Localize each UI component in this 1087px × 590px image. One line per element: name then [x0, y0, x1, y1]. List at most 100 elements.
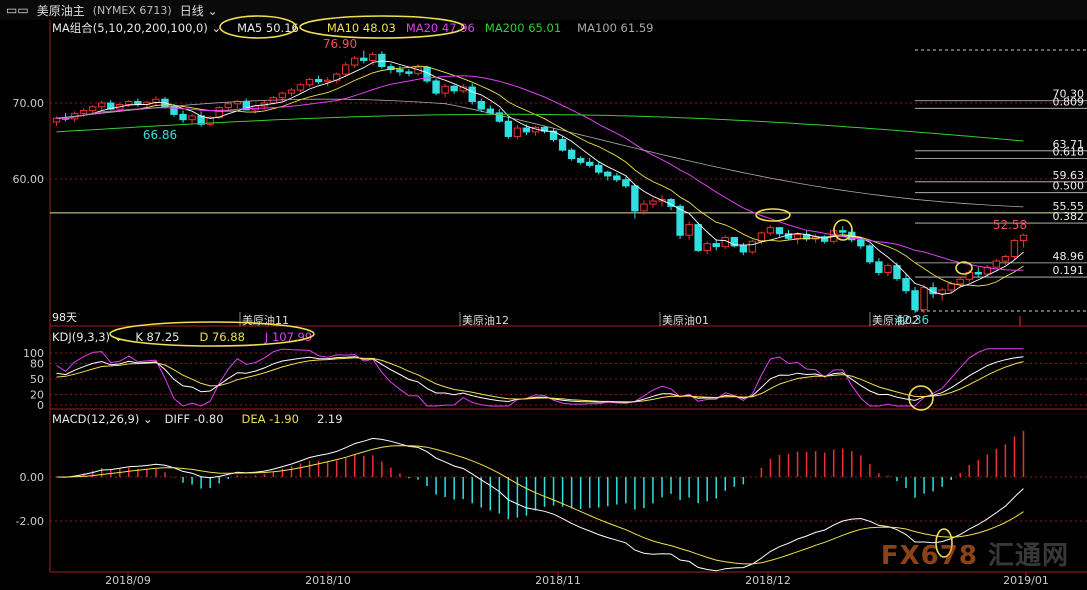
candle-body — [152, 98, 160, 103]
candle-body — [79, 110, 88, 115]
macd-dea-label: DEA -1.90 — [241, 412, 299, 426]
candle-body — [911, 290, 919, 311]
ma20-label: MA20 47.96 — [405, 21, 475, 35]
candle-body — [351, 57, 359, 66]
candle-body — [269, 97, 278, 104]
ma5-line — [56, 60, 1024, 295]
candle-body — [98, 102, 106, 108]
candle-body — [875, 261, 883, 273]
candle-body — [450, 85, 458, 92]
x-tick-label: 2019/01 — [1003, 574, 1049, 587]
candle-body — [206, 116, 214, 125]
candle-body — [332, 73, 341, 81]
candle-body — [667, 199, 675, 207]
macd-value-label: 2.19 — [316, 412, 343, 426]
fib-label: 0.500 — [1053, 180, 1085, 193]
macd-dropdown[interactable]: MACD(12,26,9) ⌄ — [52, 412, 153, 426]
macd-legend: MACD(12,26,9) ⌄ DIFF -0.80 DEA -1.90 2.1… — [52, 412, 343, 426]
candle-body — [640, 203, 648, 212]
candle-body — [305, 78, 314, 86]
candle-body — [766, 227, 775, 234]
candle-body — [549, 130, 558, 140]
candle-body — [793, 233, 802, 239]
candle-body — [360, 57, 368, 61]
ma5-label: MA5 50.16 — [237, 21, 299, 35]
price-tick-label: 70.00 — [13, 97, 45, 110]
fib-label: 70.30 — [1053, 88, 1085, 101]
kdj-d-line — [56, 357, 1024, 403]
candle-body — [929, 287, 937, 295]
candle-body — [323, 79, 332, 83]
macd-dea-line — [56, 445, 1024, 565]
candle-body — [486, 108, 494, 114]
candle-body — [558, 138, 567, 151]
candle-body — [342, 64, 350, 75]
kdj-dropdown[interactable]: KDJ(9,3,3) ⌄ — [52, 330, 123, 344]
macd-diff-label: DIFF -0.80 — [164, 412, 224, 426]
candle-body — [468, 86, 476, 102]
candle-body — [116, 104, 124, 110]
kdj-tick-label: 80 — [30, 357, 44, 370]
candle-body — [179, 113, 187, 121]
candle-body — [540, 126, 549, 132]
candle-body — [296, 84, 305, 91]
candle-body — [513, 127, 522, 137]
fib-label: 55.55 — [1053, 200, 1085, 213]
candle-body — [658, 199, 666, 202]
candle-body — [233, 100, 241, 105]
candle-body — [721, 237, 729, 248]
highlight-ellipse — [955, 261, 973, 275]
candle-body — [947, 283, 955, 291]
kdj-tick-label: 100 — [23, 347, 44, 360]
candle-body — [522, 127, 531, 133]
macd-diff-line — [56, 437, 1024, 572]
candle-body — [260, 102, 269, 107]
candle-body — [631, 185, 639, 212]
candle-body — [685, 224, 693, 236]
candle-body — [134, 100, 142, 106]
candle-body — [143, 101, 151, 106]
candle-body — [369, 53, 377, 61]
candle-body — [595, 164, 603, 173]
instrument-name: 美原油主 — [36, 3, 85, 18]
candle-body — [848, 231, 856, 241]
last-annotation: 52.58 — [993, 218, 1027, 232]
highlight-ellipse — [755, 208, 791, 222]
title-bar: ▭▭ 美原油主 (NYMEX 6713) 日线 ⌄ — [0, 0, 1087, 20]
candle-body — [423, 66, 431, 82]
candle-body — [224, 103, 232, 109]
candle-body — [604, 171, 612, 177]
candle-body — [531, 126, 540, 133]
candle-body — [694, 224, 702, 251]
candle-body — [739, 245, 748, 253]
macd-tick-label: -2.00 — [16, 515, 44, 528]
candle-body — [197, 115, 205, 125]
candle-body — [576, 157, 585, 163]
x-tick-label: 2018/09 — [105, 574, 151, 587]
candle-body — [61, 117, 70, 120]
period-dropdown[interactable]: 日线 ⌄ — [180, 2, 218, 19]
candle-body — [242, 100, 250, 111]
candle-body — [387, 66, 395, 71]
x-tick-label: 2018/10 — [305, 574, 351, 587]
highlight-ellipse — [908, 385, 934, 411]
candle-body — [432, 80, 440, 94]
kdj-tick-label: 0 — [37, 399, 44, 412]
chevron-down-icon: ⌄ — [203, 3, 218, 18]
candle-body — [414, 66, 422, 74]
ma10-line — [56, 65, 1024, 287]
candle-body — [586, 161, 594, 166]
x-tick-label: 2018/11 — [535, 574, 581, 587]
candle-body — [866, 245, 874, 263]
candle-body — [396, 69, 404, 73]
ma-group-dropdown[interactable]: MA组合(5,10,20,200,100,0) ⌄ — [52, 20, 221, 36]
candle-body — [278, 92, 287, 99]
kdj-legend: KDJ(9,3,3) ⌄ K 87.25 D 76.88 J 107.99 — [52, 330, 312, 344]
window-controls-icon[interactable]: ▭▭ — [6, 3, 29, 17]
ma200-label: MA200 65.01 — [484, 21, 562, 35]
ma-legend: MA组合(5,10,20,200,100,0) ⌄ MA5 50.16 MA10… — [52, 20, 653, 36]
contract-label: 美原油12 — [462, 313, 509, 327]
low2-annotation: 42.36 — [895, 313, 929, 327]
candle-body — [188, 115, 196, 121]
ma10-label: MA10 48.03 — [326, 21, 396, 35]
